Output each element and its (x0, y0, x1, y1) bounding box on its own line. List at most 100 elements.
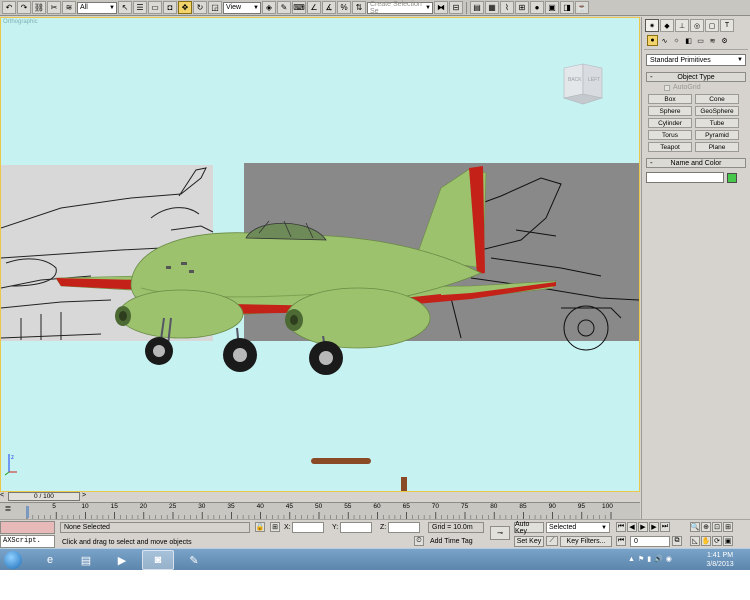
play-icon[interactable]: ▶ (638, 522, 648, 532)
selection-filter-dropdown[interactable]: All ▼ (77, 1, 117, 14)
system-clock[interactable]: 1:41 PM 3/8/2013 (700, 551, 740, 569)
3dsmax-taskbar-icon[interactable]: ◙ (142, 550, 174, 570)
zoom-extents-icon[interactable]: ⊡ (712, 522, 722, 532)
track-bar[interactable]: ≣ 5 10 15 20 25 30 35 40 45 50 55 60 65 70 75 80 85 90 95 1… (0, 502, 640, 519)
plane-button[interactable]: Plane (695, 142, 739, 152)
auto-key-button[interactable]: Auto Key (514, 521, 544, 535)
box-button[interactable]: Box (648, 94, 692, 104)
keyboard-shortcut-override-icon[interactable]: ⌨ (292, 1, 306, 14)
x-coordinate-field[interactable] (292, 522, 324, 533)
orbit-icon[interactable]: ⟳ (712, 536, 722, 546)
media-player-icon[interactable]: ▶ (106, 550, 138, 570)
bind-to-space-warp-icon[interactable]: ≋ (62, 1, 76, 14)
flag-icon[interactable]: ⚑ (638, 555, 644, 563)
file-explorer-icon[interactable]: ▤ (70, 550, 102, 570)
z-coordinate-field[interactable] (388, 522, 420, 533)
undo-icon[interactable]: ↶ (2, 1, 16, 14)
viewcube-back-face[interactable]: BACK (568, 77, 582, 83)
security-icon[interactable]: ◉ (666, 555, 672, 563)
create-tab[interactable]: ✷ (645, 19, 659, 32)
modify-tab[interactable]: ◆ (660, 19, 674, 32)
schematic-view-icon[interactable]: ⊞ (515, 1, 529, 14)
named-selection-sets-dropdown[interactable]: Create Selection Se ▼ (367, 1, 433, 15)
rendered-frame-window-icon[interactable]: ◨ (560, 1, 574, 14)
systems-icon[interactable]: ⚙ (719, 35, 730, 46)
volume-icon[interactable]: 🔊 (654, 555, 663, 563)
set-key-button[interactable]: Set Key (514, 536, 544, 547)
graphite-modeling-tools-icon[interactable]: ▦ (485, 1, 499, 14)
render-production-icon[interactable]: ☕ (575, 1, 589, 14)
maxscript-listener-output[interactable] (0, 521, 55, 534)
object-name-field[interactable] (646, 172, 724, 183)
helpers-icon[interactable]: ▭ (695, 35, 706, 46)
window-crossing-icon[interactable]: ◘ (163, 1, 177, 14)
time-configuration-icon[interactable]: ⧉ (672, 536, 682, 546)
zoom-extents-all-icon[interactable]: ⊞ (723, 522, 733, 532)
field-of-view-icon[interactable]: ◺ (690, 536, 700, 546)
redo-icon[interactable]: ↷ (17, 1, 31, 14)
object-type-rollout-header[interactable]: - Object Type (646, 72, 746, 82)
percent-snap-icon[interactable]: % (337, 1, 351, 14)
viewcube[interactable]: BACK LEFT (561, 60, 605, 106)
spinner-snap-icon[interactable]: ⇅ (352, 1, 366, 14)
autogrid-checkbox[interactable]: AutoGrid (664, 84, 750, 91)
add-time-tag-label[interactable]: Add Time Tag (430, 536, 473, 547)
hierarchy-tab[interactable]: ⊥ (675, 19, 689, 32)
display-tab[interactable]: ▢ (705, 19, 719, 32)
select-and-rotate-icon[interactable]: ↻ (193, 1, 207, 14)
reference-coordinate-dropdown[interactable]: View ▼ (223, 1, 261, 14)
select-and-scale-icon[interactable]: ◲ (208, 1, 222, 14)
name-and-color-rollout-header[interactable]: - Name and Color (646, 158, 746, 168)
zoom-icon[interactable]: 🔍 (690, 522, 700, 532)
align-icon[interactable]: ⊟ (449, 1, 463, 14)
torus-button[interactable]: Torus (648, 130, 692, 140)
curve-editor-icon[interactable]: ⌇ (500, 1, 514, 14)
motion-tab[interactable]: ◎ (690, 19, 704, 32)
go-to-start-icon[interactable]: ⏮ (616, 522, 626, 532)
material-editor-icon[interactable]: ● (530, 1, 544, 14)
viewcube-left-face[interactable]: LEFT (588, 77, 600, 83)
select-by-name-icon[interactable]: ☰ (133, 1, 147, 14)
angle-snap-icon[interactable]: ∡ (322, 1, 336, 14)
shapes-icon[interactable]: ∿ (659, 35, 670, 46)
maxscript-mini-listener[interactable]: AXScript. (0, 535, 55, 548)
select-object-icon[interactable]: ↖ (118, 1, 132, 14)
network-icon[interactable]: ▮ (647, 555, 651, 563)
geosphere-button[interactable]: GeoSphere (695, 106, 739, 116)
lights-icon[interactable]: ☼ (671, 35, 682, 46)
show-hidden-icons-icon[interactable]: ▲ (628, 556, 635, 563)
cone-button[interactable]: Cone (695, 94, 739, 104)
open-mini-curve-editor-icon[interactable]: ≣ (2, 504, 14, 516)
next-frame-icon[interactable]: ▶ (649, 522, 659, 532)
key-mode-toggle-icon[interactable]: ⏮ (616, 536, 626, 546)
zoom-all-icon[interactable]: ⊕ (701, 522, 711, 532)
select-and-link-icon[interactable]: ⛓ (32, 1, 46, 14)
pyramid-button[interactable]: Pyramid (695, 130, 739, 140)
paint-app-icon[interactable]: ✎ (178, 550, 210, 570)
time-slider[interactable]: < 0 / 100 > (0, 492, 640, 502)
cameras-icon[interactable]: ◧ (683, 35, 694, 46)
maximize-viewport-icon[interactable]: ▣ (723, 536, 733, 546)
start-button[interactable] (4, 551, 22, 569)
absolute-mode-icon[interactable]: ⊞ (270, 522, 280, 532)
key-icon[interactable]: ⊸ (490, 526, 510, 540)
lock-selection-icon[interactable]: 🔒 (255, 522, 265, 532)
time-slider-prev-button[interactable]: < (0, 492, 4, 499)
snaps-toggle-icon[interactable]: ∠ (307, 1, 321, 14)
geometry-icon[interactable]: ● (647, 35, 658, 46)
select-and-move-icon[interactable]: ✥ (178, 1, 192, 14)
pan-icon[interactable]: ✋ (701, 536, 711, 546)
space-warps-icon[interactable]: ≋ (707, 35, 718, 46)
key-filters-button[interactable]: Key Filters... (560, 536, 612, 547)
time-slider-next-button[interactable]: > (82, 492, 86, 499)
current-frame-field[interactable]: 0 (630, 536, 670, 547)
mirror-icon[interactable]: ⧓ (434, 1, 448, 14)
time-tag-icon[interactable]: ⏲ (414, 536, 424, 546)
tube-button[interactable]: Tube (695, 118, 739, 128)
object-color-swatch[interactable] (727, 172, 737, 183)
previous-frame-icon[interactable]: ◀ (627, 522, 637, 532)
utilities-tab[interactable]: T (720, 19, 734, 32)
time-slider-thumb[interactable]: 0 / 100 (8, 492, 80, 501)
rectangular-selection-icon[interactable]: ▭ (148, 1, 162, 14)
key-mode-selection-dropdown[interactable]: Selected ▼ (546, 522, 610, 533)
